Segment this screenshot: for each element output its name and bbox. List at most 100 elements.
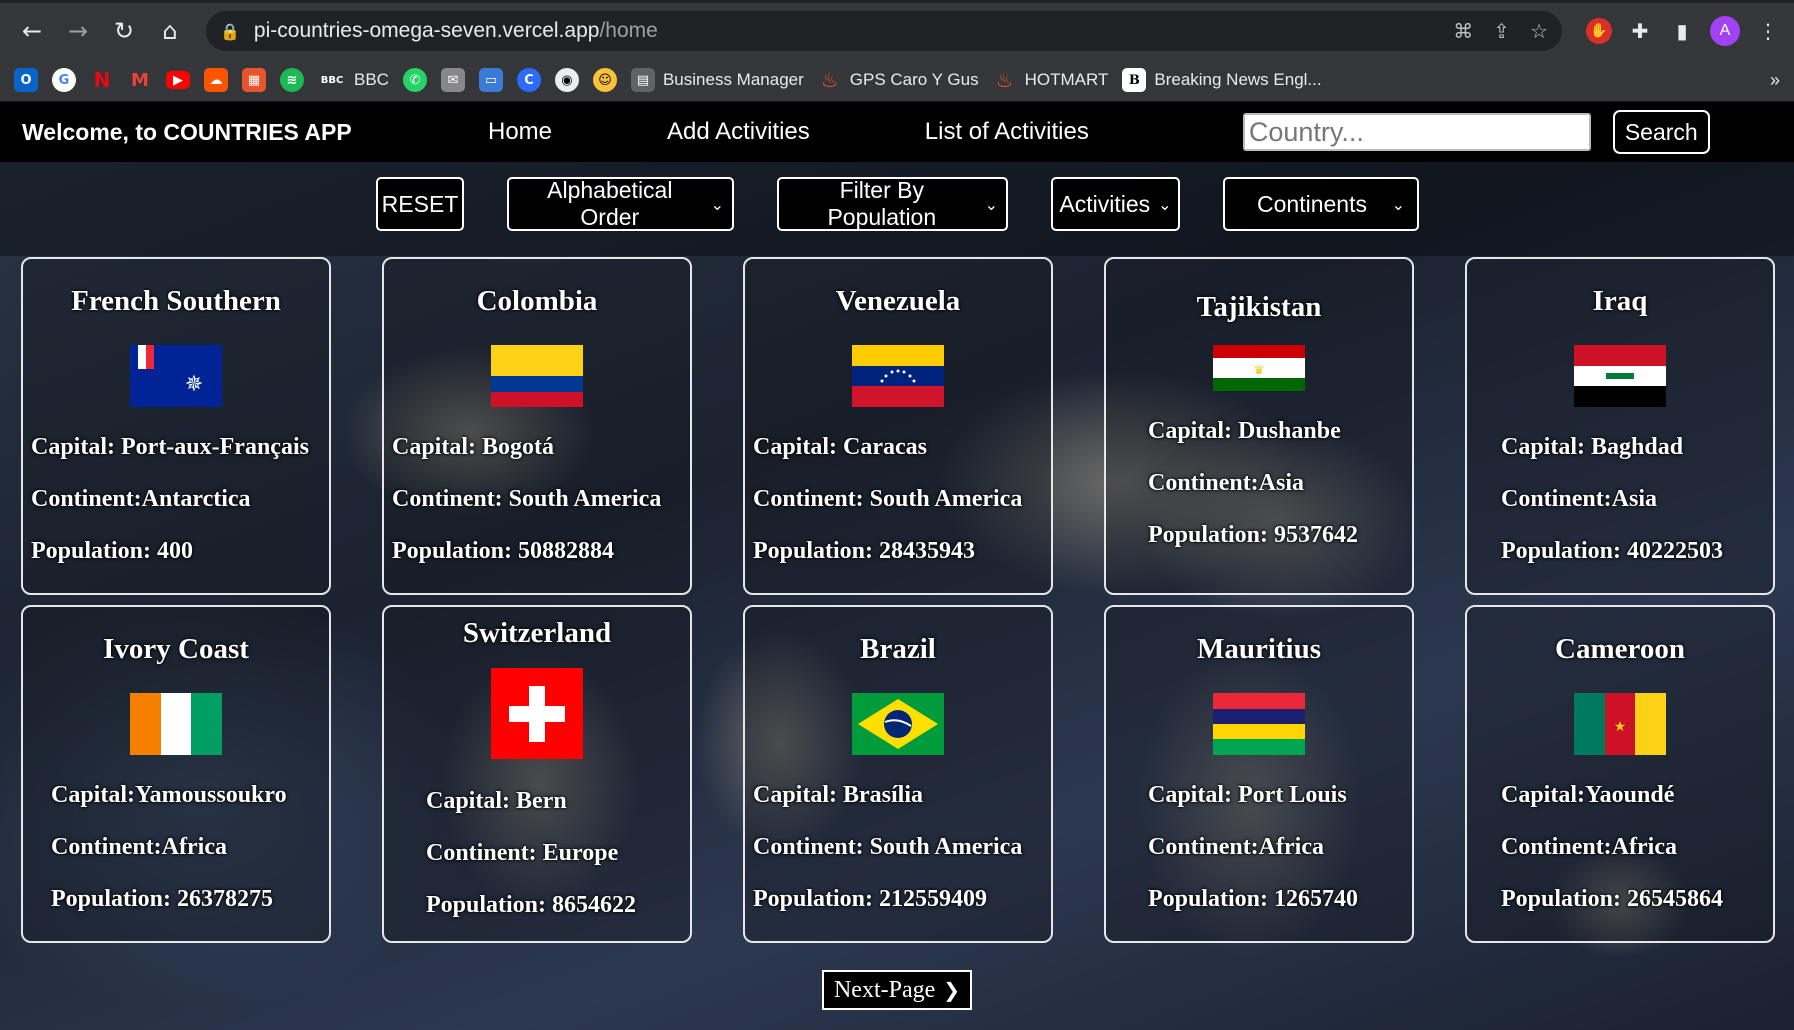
flag-tajikistan-icon: ♛ — [1213, 345, 1305, 391]
country-name: Iraq — [1592, 285, 1648, 317]
continent-text: Continent:Africa — [1501, 834, 1677, 860]
country-name: Brazil — [860, 633, 936, 665]
country-info: Capital:Yaoundé Continent:Africa Populat… — [1467, 779, 1773, 935]
google-bookmark-icon[interactable]: G — [52, 68, 76, 92]
country-name: Switzerland — [462, 617, 612, 649]
netflix-bookmark-icon[interactable]: N — [90, 68, 114, 92]
continents-label: Continents — [1257, 190, 1367, 217]
country-info: Capital:Yamoussoukro Continent:Africa Po… — [23, 779, 329, 935]
panda-bookmark-icon[interactable]: ◉ — [554, 68, 579, 92]
reset-button[interactable]: RESET — [376, 177, 464, 231]
browser-toolbar: ← → ↻ ⌂ 🔒 pi-countries-omega-seven.verce… — [0, 3, 1794, 59]
chevron-down-icon: ⌄ — [1391, 194, 1405, 214]
capital-text: Capital: Port-aux-Français — [31, 434, 309, 460]
profile-avatar[interactable]: A — [1710, 16, 1740, 46]
bookmarks-bar: O G N M ▶ ☁ ▦ ≋ BBC BBC ✆ ✉ ▭ C ◉ ☺ ▤ Bu… — [0, 59, 1794, 102]
svg-text:★: ★ — [1614, 719, 1627, 735]
bookmark-bbc[interactable]: BBC BBC — [318, 68, 389, 92]
share-icon[interactable]: ⇪ — [1493, 19, 1510, 43]
country-card[interactable]: Tajikistan ♛ Capital: Dushanbe Continent… — [1104, 257, 1414, 595]
continent-text: Continent: South America — [753, 486, 1023, 512]
back-icon[interactable]: ← — [12, 11, 52, 51]
breaking-news-icon: B — [1122, 68, 1147, 92]
population-text: Population: 26545864 — [1501, 886, 1724, 912]
flag-venezuela-icon — [852, 345, 944, 407]
bookmark-star-icon[interactable]: ☆ — [1530, 19, 1548, 43]
next-page-button[interactable]: Next-Page ❯ — [822, 970, 972, 1010]
flag-brazil-icon — [852, 693, 944, 755]
bookmark-hotmart[interactable]: ♨ HOTMART — [993, 68, 1109, 92]
filter-bar: RESET Alphabetical Order ⌄ Filter By Popu… — [0, 162, 1794, 256]
whatsapp-bookmark-icon[interactable]: ✆ — [402, 68, 427, 92]
menu-kebab-icon[interactable]: ⋮ — [1754, 17, 1782, 45]
country-info: Capital: Dushanbe Continent:Asia Populat… — [1106, 415, 1412, 571]
country-info: Capital: Bern Continent: Europe Populati… — [384, 785, 690, 941]
continent-text: Continent:Africa — [51, 834, 227, 860]
outlook-bookmark-icon[interactable]: O — [14, 68, 38, 92]
country-card[interactable]: Brazil Capital: Brasília Continent: Sout… — [743, 605, 1053, 943]
home-icon[interactable]: ⌂ — [150, 11, 190, 51]
capital-text: Capital: Bern — [426, 788, 567, 814]
youtube-bookmark-icon[interactable]: ▶ — [166, 71, 190, 89]
population-text: Population: 1265740 — [1148, 886, 1359, 912]
extensions-puzzle-icon[interactable]: ✚ — [1626, 17, 1654, 45]
flag-ivory-coast-icon — [130, 693, 222, 755]
population-text: Population: 212559409 — [753, 886, 988, 912]
continents-filter-select[interactable]: Continents ⌄ — [1223, 177, 1419, 231]
bookmark-breaking-news[interactable]: B Breaking News Engl... — [1122, 68, 1322, 92]
country-name: Cameroon — [1555, 633, 1685, 665]
population-text: Population: 8654622 — [426, 892, 637, 918]
gmail-bookmark-icon[interactable]: M — [128, 68, 152, 92]
capital-text: Capital: Bogotá — [392, 434, 554, 460]
flame-icon: ♨ — [820, 68, 839, 92]
population-text: Population: 28435943 — [753, 538, 976, 564]
country-name: Ivory Coast — [103, 633, 249, 665]
capital-text: Capital: Caracas — [753, 434, 927, 460]
chevron-right-icon: ❯ — [943, 978, 961, 1002]
reload-icon[interactable]: ↻ — [104, 11, 144, 51]
forward-icon[interactable]: → — [58, 11, 98, 51]
more-bookmarks-icon[interactable]: » — [1770, 70, 1780, 91]
mail-bookmark-icon[interactable]: ✉ — [440, 68, 465, 92]
country-card[interactable]: Mauritius Capital: Port Louis Continent:… — [1104, 605, 1414, 943]
bookmark-gps[interactable]: ♨ GPS Caro Y Gus — [818, 68, 979, 92]
chevron-down-icon: ⌄ — [710, 194, 724, 214]
next-page-label: Next-Page — [833, 976, 936, 1003]
side-panel-icon[interactable]: ▮ — [1668, 17, 1696, 45]
bookmark-business-manager[interactable]: ▤ Business Manager — [630, 68, 804, 92]
country-card[interactable]: French Southern ✵ Capital: Port-aux-Fran… — [21, 257, 331, 595]
address-bar[interactable]: 🔒 pi-countries-omega-seven.vercel.app/ho… — [206, 11, 1562, 51]
country-card[interactable]: Switzerland Capital: Bern Continent: Eur… — [382, 605, 692, 943]
canva-bookmark-icon[interactable]: C — [516, 68, 541, 92]
office-bookmark-icon[interactable]: ▦ — [242, 68, 266, 92]
country-card[interactable]: Ivory Coast Capital:Yamoussoukro Contine… — [21, 605, 331, 943]
population-label: Filter By Population — [827, 177, 937, 230]
nav-list-activities-link[interactable]: List of Activities — [925, 118, 1089, 146]
country-card[interactable]: Colombia Capital: Bogotá Continent: Sout… — [382, 257, 692, 595]
drive-bookmark-icon[interactable]: ▭ — [478, 68, 503, 92]
lock-icon: 🔒 — [220, 21, 240, 41]
alphabetical-order-select[interactable]: Alphabetical Order ⌄ — [507, 177, 734, 231]
translate-icon[interactable]: ⌘ — [1453, 19, 1473, 43]
flag-switzerland-icon — [491, 668, 583, 759]
population-filter-select[interactable]: Filter By Population ⌄ — [777, 177, 1008, 231]
continent-text: Continent: South America — [392, 486, 662, 512]
adblock-extension-icon[interactable]: ✋ — [1586, 18, 1612, 44]
capital-text: Capital:Yamoussoukro — [51, 782, 287, 808]
country-card[interactable]: Iraq Capital: Baghdad Continent:Asia Pop… — [1465, 257, 1775, 595]
emoji-bookmark-icon[interactable]: ☺ — [592, 68, 617, 92]
svg-text:♛: ♛ — [1254, 363, 1265, 377]
nav-add-activities-link[interactable]: Add Activities — [667, 118, 810, 146]
nav-home-link[interactable]: Home — [488, 118, 552, 146]
spotify-bookmark-icon[interactable]: ≋ — [280, 68, 304, 92]
country-grid: French Southern ✵ Capital: Port-aux-Fran… — [21, 257, 1775, 943]
search-button[interactable]: Search — [1612, 110, 1710, 154]
country-card[interactable]: Venezuela Capital: Caracas Continent: So… — [743, 257, 1053, 595]
chevron-down-icon: ⌄ — [984, 194, 998, 214]
soundcloud-bookmark-icon[interactable]: ☁ — [204, 68, 228, 92]
country-search-input[interactable] — [1242, 113, 1591, 151]
country-card[interactable]: Cameroon ★ Capital:Yaoundé Continent:Afr… — [1465, 605, 1775, 943]
country-name: Colombia — [476, 285, 598, 317]
country-name: Venezuela — [835, 285, 961, 317]
activities-filter-select[interactable]: Activities ⌄ — [1051, 177, 1180, 231]
